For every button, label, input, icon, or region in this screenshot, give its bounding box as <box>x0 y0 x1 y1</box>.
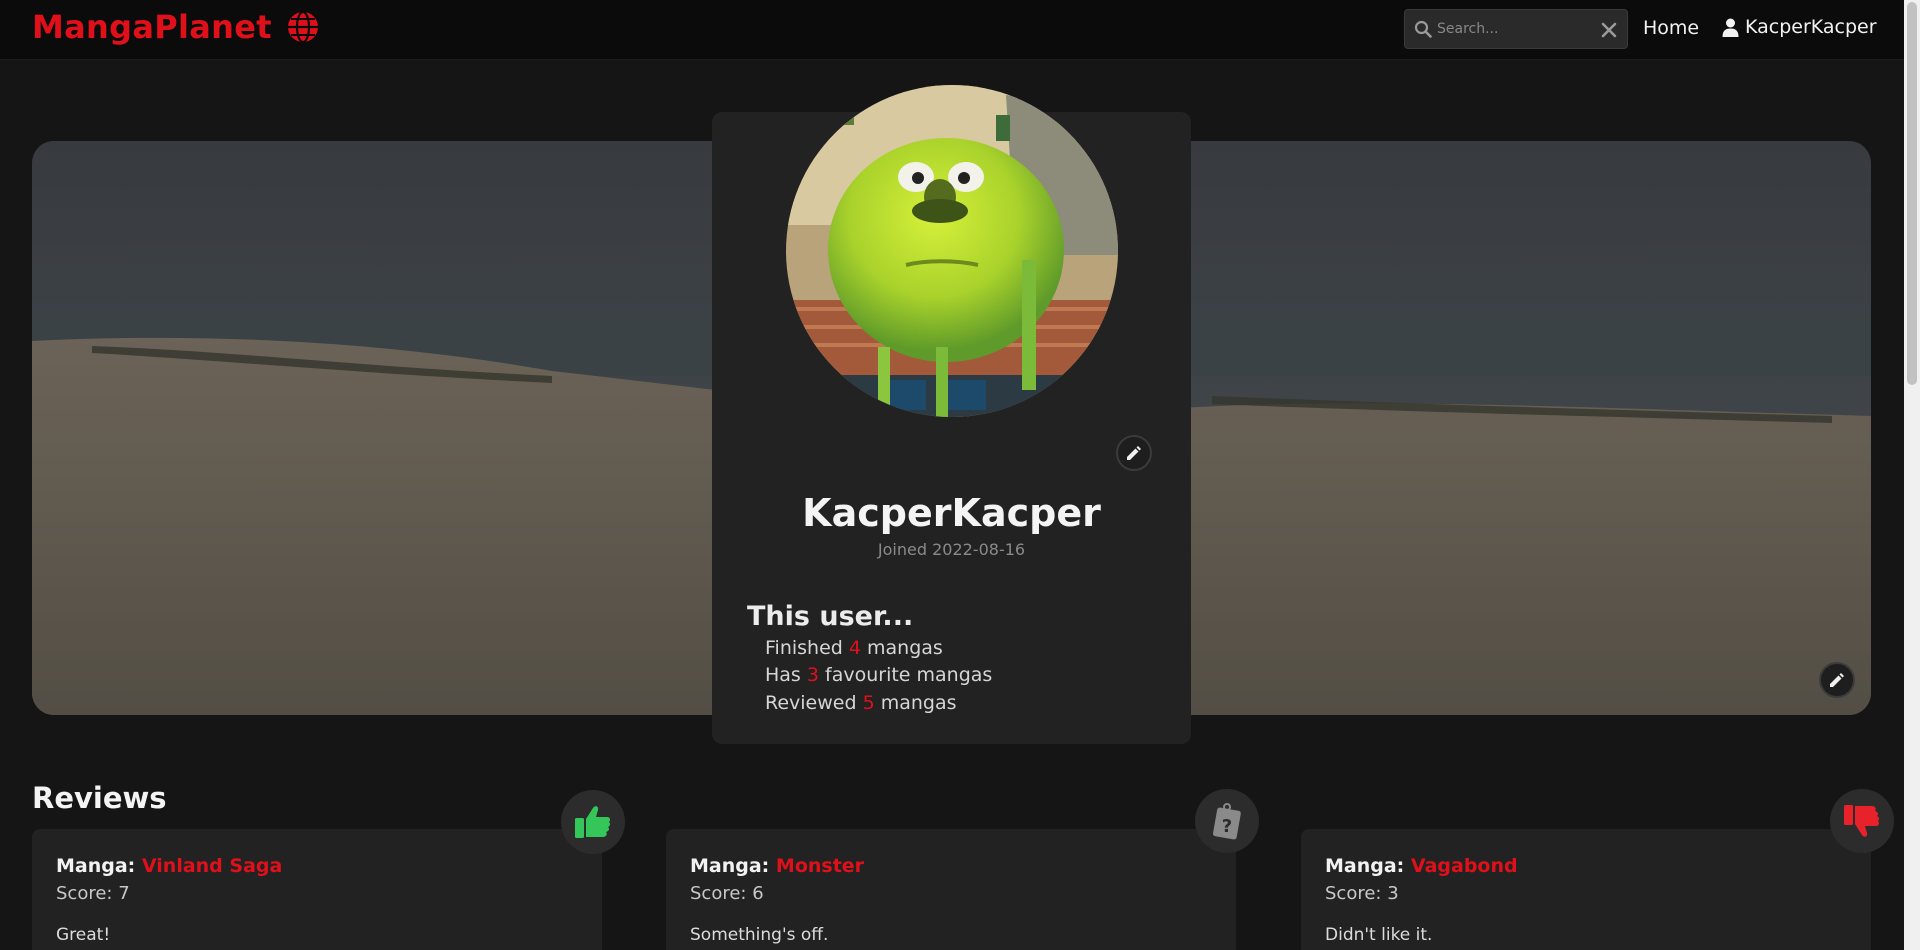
svg-text:?: ? <box>1222 816 1232 837</box>
review-score: Score: 6 <box>690 883 764 904</box>
review-text: Something's off. <box>690 925 829 945</box>
globe-icon <box>287 10 318 44</box>
review-rating-badge <box>561 790 625 854</box>
thumbs-down-icon <box>1844 805 1880 837</box>
stat-favourites: Has 3 favourite mangas <box>765 664 993 686</box>
page-scrollbar[interactable] <box>1904 0 1920 950</box>
review-card: Manga: Vagabond Score: 3 Didn't like it. <box>1301 829 1871 950</box>
review-manga-link[interactable]: Monster <box>776 855 864 877</box>
navbar: MangaPlanet Home KacperKacper <box>0 0 1904 60</box>
pencil-icon <box>1830 673 1844 687</box>
review-rating-badge: ? <box>1195 789 1259 853</box>
reviews-heading: Reviews <box>32 781 167 815</box>
review-card: Manga: Monster Score: 6 Something's off. <box>666 829 1236 950</box>
search-icon <box>1414 20 1432 38</box>
nav-user-link[interactable]: KacperKacper <box>1722 16 1877 38</box>
review-card: Manga: Vinland Saga Score: 7 Great! <box>32 829 602 950</box>
thumbs-up-icon <box>575 806 611 838</box>
avatar <box>786 85 1118 417</box>
scrollbar-thumb[interactable] <box>1907 2 1917 385</box>
review-manga: Manga: Vagabond <box>1325 855 1518 877</box>
edit-avatar-button[interactable] <box>1116 435 1152 471</box>
brand-logo[interactable]: MangaPlanet <box>32 8 320 46</box>
profile-username: KacperKacper <box>802 491 1101 535</box>
review-manga-link[interactable]: Vagabond <box>1411 855 1518 877</box>
review-manga: Manga: Monster <box>690 855 865 877</box>
review-text: Great! <box>56 925 111 945</box>
clear-search-icon[interactable] <box>1599 20 1619 40</box>
search-box <box>1404 9 1628 49</box>
nav-username: KacperKacper <box>1745 16 1877 38</box>
pencil-icon <box>1127 446 1141 460</box>
nav-home-link[interactable]: Home <box>1643 17 1699 39</box>
question-tag-icon: ? <box>1213 803 1241 840</box>
brand-name[interactable]: MangaPlanet <box>32 8 272 46</box>
review-text: Didn't like it. <box>1325 925 1433 945</box>
review-score: Score: 3 <box>1325 883 1399 904</box>
search-input[interactable] <box>1437 10 1587 48</box>
profile-joined-date: Joined 2022-08-16 <box>877 540 1026 559</box>
review-manga-link[interactable]: Vinland Saga <box>142 855 282 877</box>
user-icon <box>1722 18 1739 37</box>
stat-finished: Finished 4 mangas <box>765 637 943 659</box>
review-manga: Manga: Vinland Saga <box>56 855 283 877</box>
edit-banner-button[interactable] <box>1819 662 1855 698</box>
review-rating-badge <box>1830 789 1894 853</box>
stats-title: This user... <box>747 601 914 632</box>
review-score: Score: 7 <box>56 883 130 904</box>
stat-reviewed: Reviewed 5 mangas <box>765 692 957 714</box>
